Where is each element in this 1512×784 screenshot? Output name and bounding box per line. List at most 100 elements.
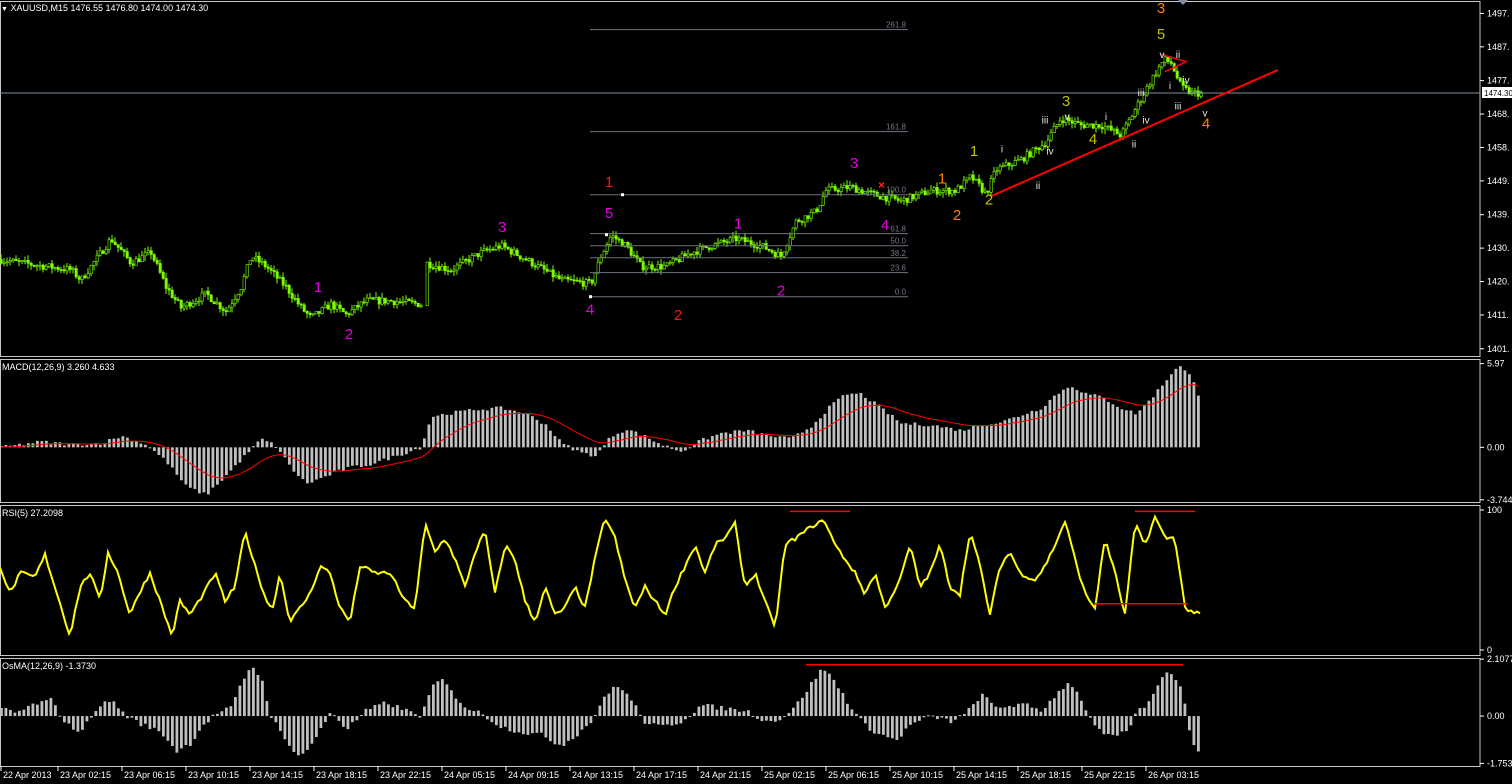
macd-bar [999, 422, 1002, 448]
price-candle [845, 180, 849, 193]
macd-bar [297, 447, 300, 477]
price-candle [929, 184, 933, 194]
macd-bar [769, 436, 773, 448]
price-candle [776, 247, 780, 257]
price-candle [683, 251, 687, 257]
macd-bar [324, 447, 327, 477]
price-candle [503, 239, 507, 251]
price-candle [1103, 121, 1107, 135]
collapse-arrow-icon[interactable]: ▼ [1, 6, 8, 13]
x-tick-label: 23 Apr 18:15 [316, 770, 367, 780]
osma-bar [1197, 716, 1200, 752]
macd-bar [454, 410, 458, 448]
chart-canvas[interactable]: 1497.1487.1477.1468.1458.1449.1439.1430.… [0, 0, 1512, 784]
macd-bar [634, 431, 638, 448]
osma-bar [18, 710, 21, 717]
macd-bar [787, 437, 791, 448]
wave-label: 1 [734, 215, 742, 232]
osma-bar [990, 702, 993, 717]
price-candle [158, 259, 162, 275]
price-candle [752, 241, 756, 253]
osma-bar [229, 706, 233, 717]
price-candle [5, 257, 9, 267]
macd-bar [639, 435, 642, 448]
wave-label: 1 [970, 143, 978, 160]
osma-bar [900, 716, 903, 737]
macd-bar [283, 447, 287, 458]
price-candle [17, 257, 21, 267]
macd-bar [1183, 370, 1187, 448]
osma-bar [594, 714, 597, 717]
macd-bar [904, 423, 908, 448]
price-candle [1085, 122, 1089, 128]
price-candle [848, 180, 852, 192]
osma-bar [985, 697, 989, 717]
macd-bar [972, 426, 975, 448]
x-tick-label: 23 Apr 14:15 [252, 770, 303, 780]
macd-bar [270, 442, 273, 448]
price-candle [710, 247, 714, 252]
osma-bar [472, 711, 476, 717]
price-candle [350, 305, 354, 316]
macd-bar [684, 447, 687, 451]
macd-bar [490, 407, 494, 448]
macd-bar [1075, 390, 1079, 448]
price-candle [1154, 70, 1158, 78]
x-tick-label: 25 Apr 22:15 [1084, 770, 1135, 780]
price-candle [602, 249, 606, 258]
macd-bar [423, 438, 426, 448]
price-candle [401, 296, 405, 307]
price-candle [362, 297, 366, 305]
x-tick-label: 24 Apr 17:15 [636, 770, 687, 780]
osma-bar [616, 687, 620, 717]
price-candle [908, 193, 912, 203]
wave-label: 1 [605, 174, 613, 191]
macd-bar [54, 442, 57, 448]
osma-bar [666, 716, 669, 725]
price-candle [638, 258, 642, 263]
osma-bar [1138, 708, 1142, 717]
macd-bar [81, 445, 84, 448]
price-candle [587, 276, 591, 284]
macd-bar [243, 447, 246, 456]
osma-bar [180, 716, 183, 749]
price-candle [677, 255, 681, 264]
price-candle [740, 236, 744, 241]
price-candle [488, 245, 492, 253]
price-candle [437, 260, 441, 272]
osma-bar [567, 716, 570, 741]
osma-bar [477, 710, 480, 717]
price-candle [1040, 140, 1044, 152]
macd-bar [387, 447, 390, 461]
price-candle [200, 287, 204, 305]
macd-bar [841, 395, 845, 448]
macd-bar [1174, 368, 1178, 448]
macd-bar [567, 445, 570, 448]
osma-bar [864, 716, 867, 724]
macd-bar [144, 444, 147, 448]
osma-bar [468, 710, 471, 717]
osma-bar [423, 706, 426, 717]
sub-wave-label: iii [1042, 115, 1049, 126]
osma-bar [760, 716, 764, 722]
osma-bar [103, 701, 107, 717]
price-candle [188, 300, 192, 310]
price-candle [182, 302, 186, 311]
osma-bar [1008, 705, 1011, 717]
macd-bar [441, 413, 444, 448]
wave-label: 2 [674, 307, 682, 324]
price-candle [857, 187, 861, 195]
macd-bar [846, 394, 849, 448]
osma-bar [1012, 707, 1016, 717]
price-candle [1010, 163, 1014, 171]
sub-wave-label: i [1105, 112, 1107, 123]
price-candle [122, 248, 126, 257]
macd-bar [130, 441, 134, 448]
price-candle [599, 254, 603, 265]
macd-bar [180, 447, 183, 481]
osma-bar [571, 716, 575, 740]
price-candle [641, 256, 645, 273]
osma-bar [648, 716, 651, 725]
price-candle [485, 246, 489, 253]
price-candle [98, 246, 102, 257]
